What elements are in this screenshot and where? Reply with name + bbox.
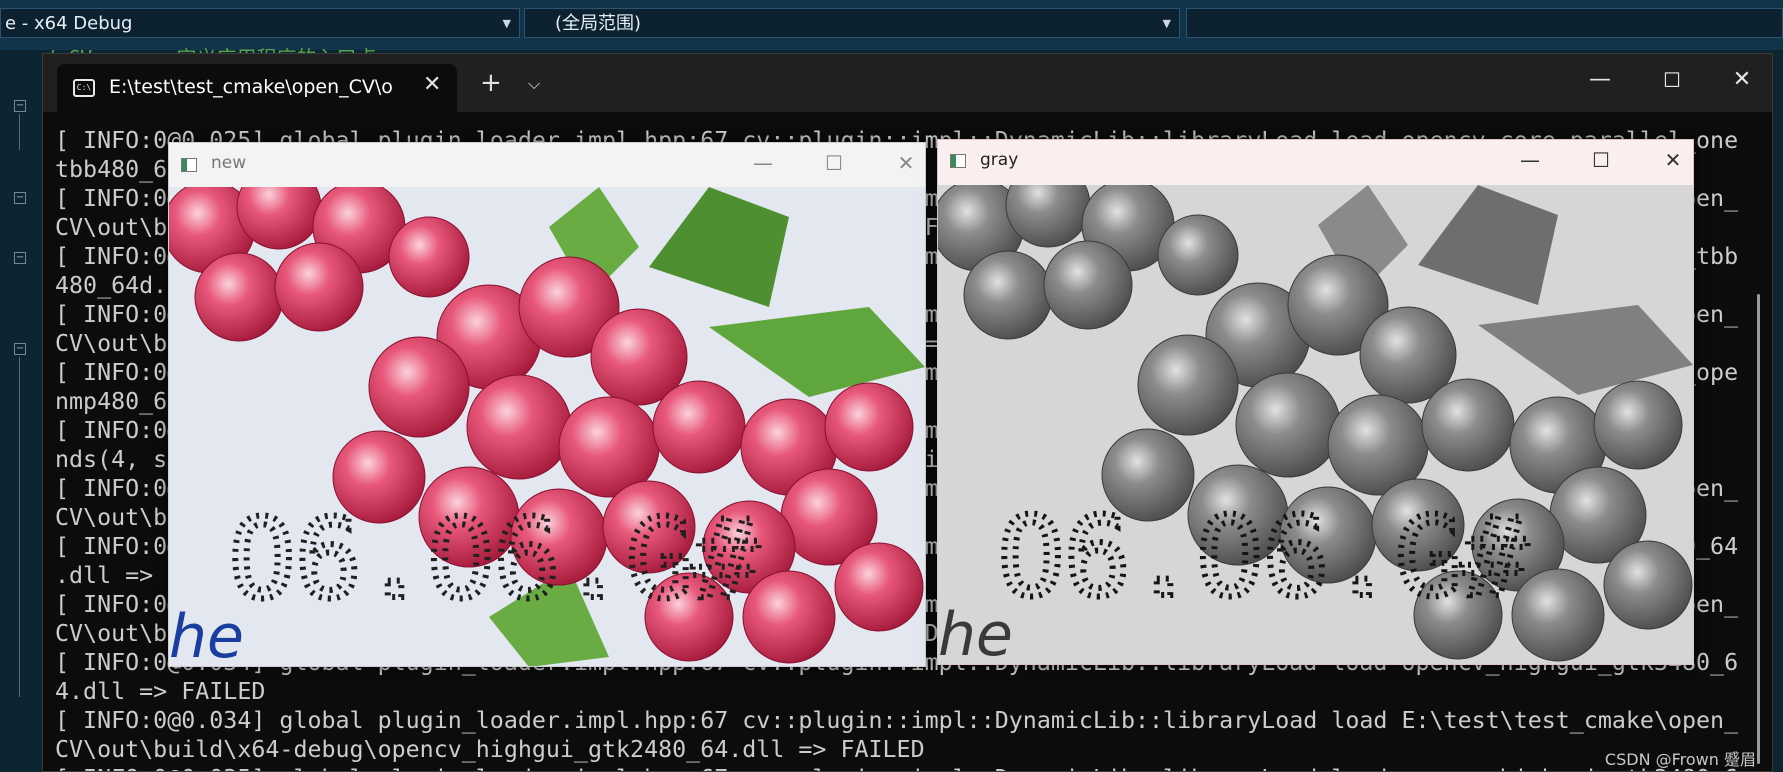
new-tab-button[interactable]: + [480,68,502,98]
close-icon[interactable]: ✕ [891,151,921,175]
maximize-icon[interactable]: ☐ [1586,148,1616,172]
window-title: gray [980,150,1019,170]
fold-guide [19,114,20,150]
watermark: CSDN @Frown 蹙眉 [1604,750,1756,769]
solution-config-combo[interactable]: e - x64 Debug ▼ [0,8,520,38]
minimize-icon[interactable]: — [748,151,778,175]
close-icon[interactable]: ✕ [1722,67,1762,92]
collapse-icon[interactable]: − [14,192,26,204]
maximize-icon[interactable]: ☐ [1652,68,1692,92]
raspberry-color-picture: O6.O6.G# he [169,187,925,666]
terminal-tab[interactable]: C:\ E:\test\test_cmake\open_CV\o ✕ [57,64,457,112]
close-icon[interactable]: ✕ [1658,148,1688,172]
terminal-titlebar: C:\ E:\test\test_cmake\open_CV\o ✕ + ⌵ —… [43,54,1772,112]
app-icon [950,154,966,168]
window-titlebar[interactable]: new — ☐ ✕ [169,143,925,187]
collapse-icon[interactable]: − [14,252,26,264]
stamped-text: O6.O6.G# [998,493,1529,621]
collapse-icon[interactable]: − [14,100,26,112]
fold-guide [19,357,20,697]
svg-text:he: he [938,600,1013,664]
maximize-icon[interactable]: ☐ [819,151,849,175]
svg-text:he: he [169,602,244,666]
scope-label: (全局范围) [555,13,642,34]
scope-combo[interactable]: (全局范围) ▼ [524,8,1180,38]
raspberry-gray-image: O6.O6.G# he [938,185,1693,664]
scrollbar[interactable] [1757,294,1760,764]
raspberry-gray-picture: O6.O6.G# he [938,185,1693,664]
stamped-text: O6.O6.G# [229,495,760,623]
window-titlebar[interactable]: gray — ☐ ✕ [938,140,1693,185]
raspberry-image: O6.O6.G# he [169,187,925,666]
minimize-icon[interactable]: — [1515,148,1545,172]
close-tab-icon[interactable]: ✕ [423,72,441,97]
dropdown-arrow-icon: ▼ [1162,17,1171,30]
minimize-icon[interactable]: — [1580,67,1620,92]
console-line: [ INFO:0@0.034] global plugin_loader.imp… [55,707,1739,734]
opencv-window-gray[interactable]: gray — ☐ ✕ O6.O6.G# he [937,139,1694,665]
opencv-window-new[interactable]: new — ☐ ✕ O6.O6.G# he [168,142,926,667]
chevron-down-icon[interactable]: ⌵ [528,74,540,94]
tab-title: E:\test\test_cmake\open_CV\o [109,76,393,98]
collapse-icon[interactable]: − [14,343,26,355]
console-icon: C:\ [73,79,95,97]
editor-gutter: − − − − [0,50,44,772]
app-icon [181,158,197,172]
console-line: CV\out\build\x64-debug\opencv_highgui_gt… [55,736,925,763]
navigation-combo[interactable] [1186,8,1783,38]
console-line: [ INFO:0@0.035] global plugin_loader.imp… [55,764,1772,771]
console-line: 4.dll => FAILED [55,678,266,705]
window-title: new [211,153,247,173]
dropdown-arrow-icon: ▼ [502,17,511,30]
solution-config-label: e - x64 Debug [5,13,133,34]
